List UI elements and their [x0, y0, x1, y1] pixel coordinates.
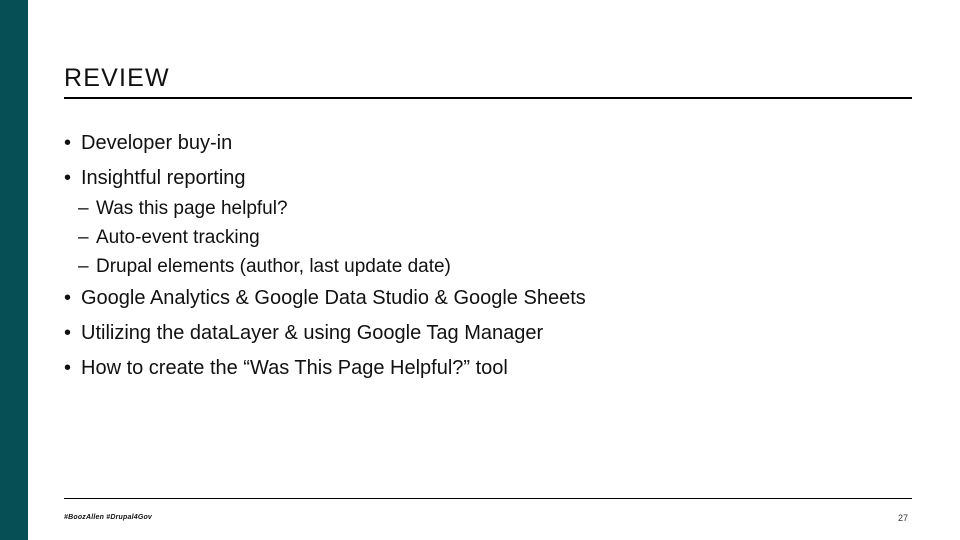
list-item: • How to create the “Was This Page Helpf… [64, 351, 924, 386]
bullet-marker-icon: • [64, 357, 72, 379]
sub-list-item-label: Drupal elements (author, last update dat… [96, 256, 451, 277]
list-item-label: Insightful reporting [81, 167, 246, 189]
title-divider [64, 97, 912, 99]
bullet-marker-icon: • [64, 167, 72, 189]
sub-list-item-label: Auto-event tracking [96, 227, 260, 248]
slide: REVIEW • Developer buy-in • Insightful r… [0, 0, 960, 540]
sub-list-item: – Was this page helpful? [78, 194, 924, 223]
footer-hashtags: #BoozAllen #Drupal4Gov [64, 514, 153, 521]
sub-list-item: – Auto-event tracking [78, 223, 924, 252]
footer-divider [64, 498, 912, 499]
bullet-marker-icon: • [64, 287, 72, 309]
sub-list: – Was this page helpful? – Auto-event tr… [64, 194, 924, 281]
dash-marker-icon: – [78, 227, 89, 248]
dash-marker-icon: – [78, 198, 89, 219]
list-item-label: Utilizing the dataLayer & using Google T… [81, 322, 544, 344]
page-title: REVIEW [64, 64, 170, 92]
list-item: • Developer buy-in [64, 126, 924, 161]
list-item: • Google Analytics & Google Data Studio … [64, 281, 924, 316]
page-number: 27 [898, 513, 909, 523]
bullet-marker-icon: • [64, 132, 72, 154]
left-accent-bar [0, 0, 28, 540]
list-item-label: Google Analytics & Google Data Studio & … [81, 287, 586, 309]
sub-list-item-label: Was this page helpful? [96, 198, 288, 219]
list-item: • Utilizing the dataLayer & using Google… [64, 316, 924, 351]
list-item-label: How to create the “Was This Page Helpful… [81, 357, 508, 379]
content-list: • Developer buy-in • Insightful reportin… [64, 126, 924, 386]
list-item: • Insightful reporting [64, 161, 924, 196]
dash-marker-icon: – [78, 256, 89, 277]
sub-list-item: – Drupal elements (author, last update d… [78, 252, 924, 281]
list-item-label: Developer buy-in [81, 132, 233, 154]
bullet-marker-icon: • [64, 322, 72, 344]
